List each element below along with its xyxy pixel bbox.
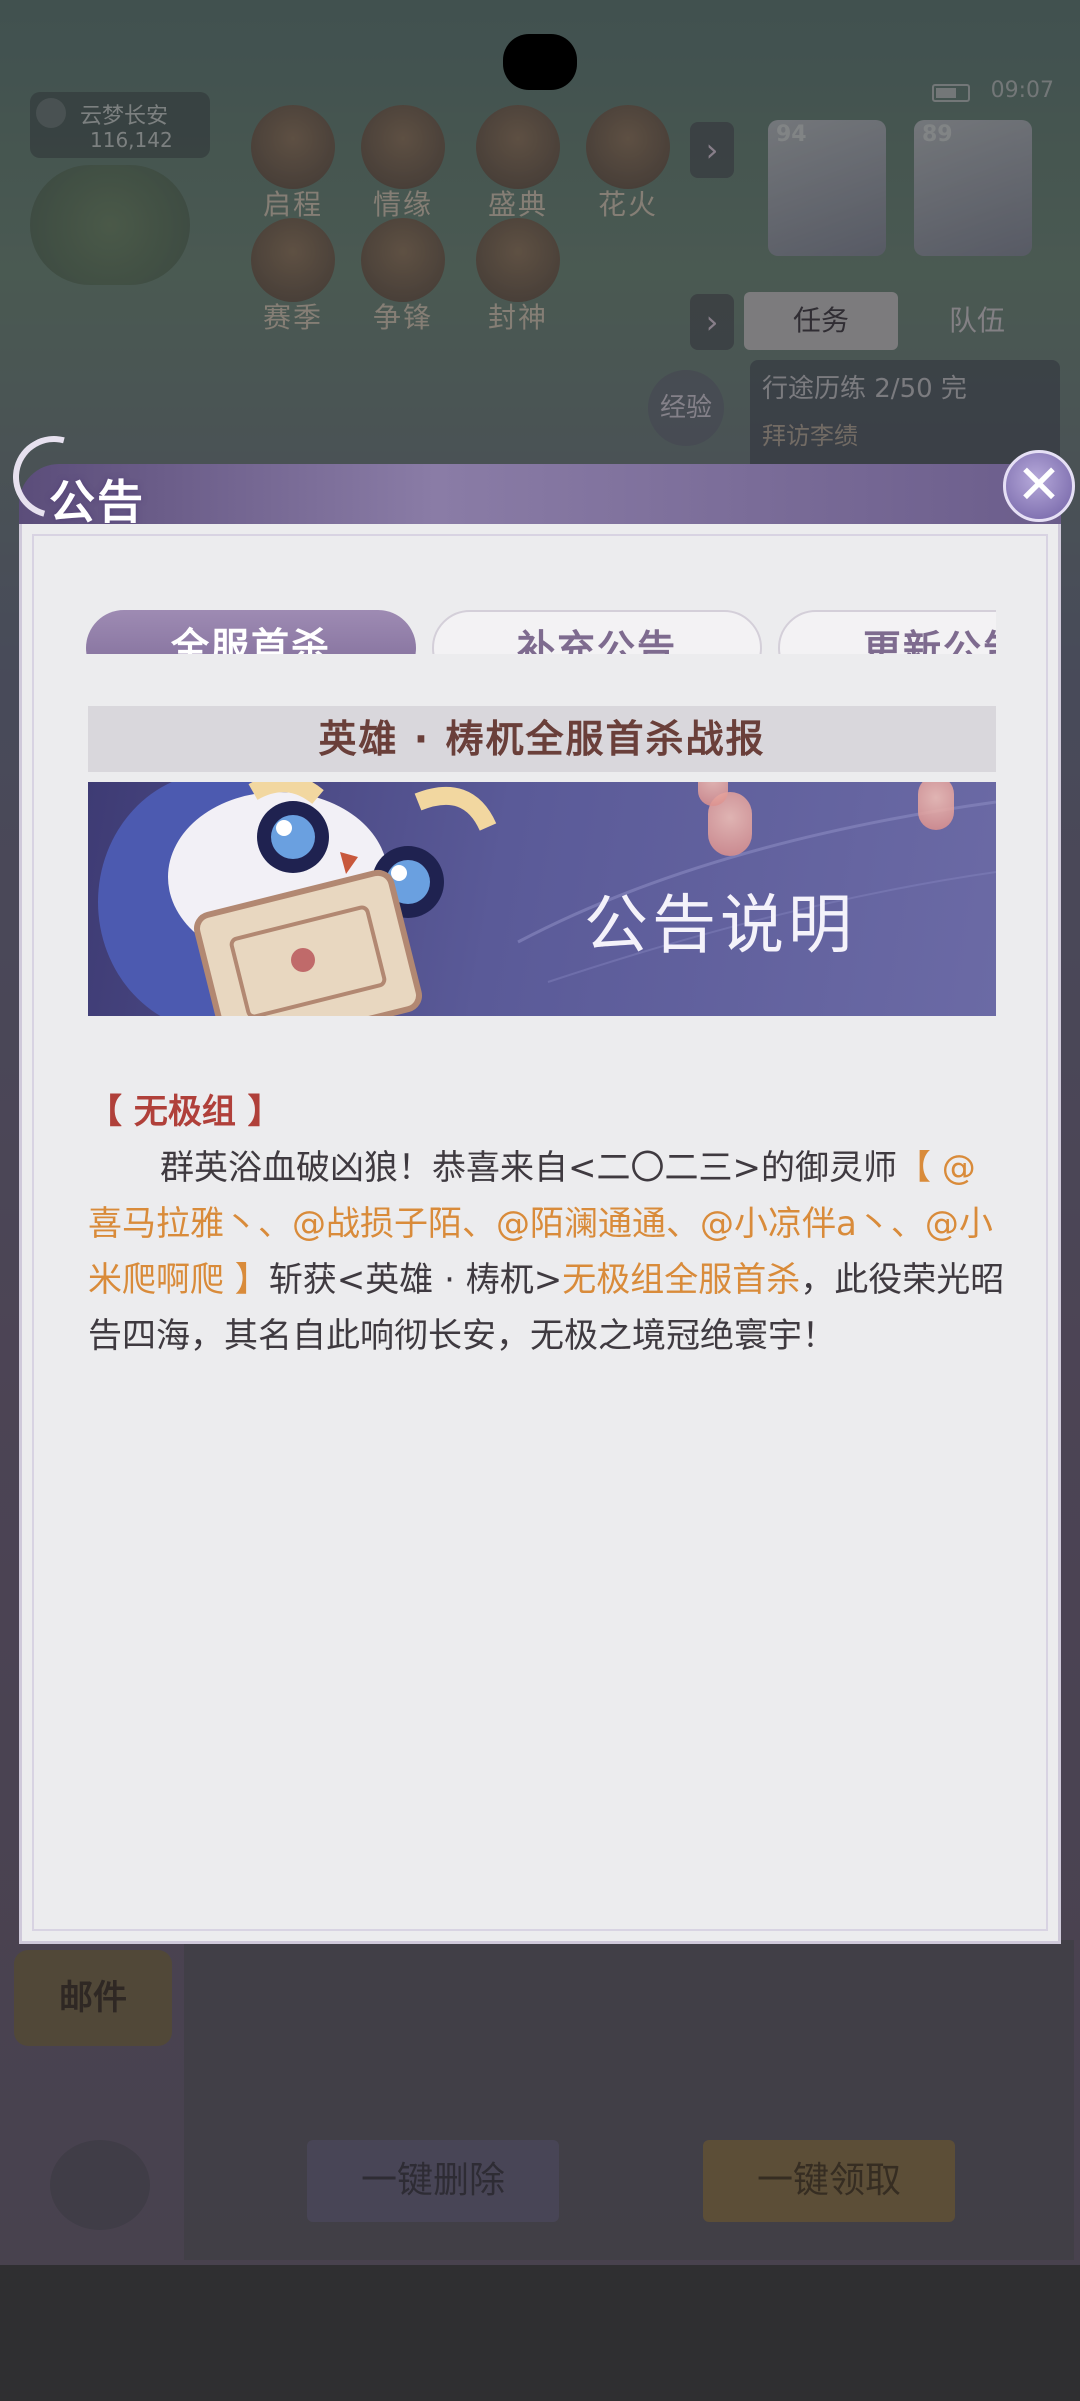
para-text: 群英浴血破凶狼！恭喜来自<二〇二三>的御灵师: [160, 1148, 897, 1188]
modal-header: 公告: [0, 420, 1061, 534]
owl-mascot-icon: [98, 782, 996, 1016]
kill-title: 无极组全服首杀: [562, 1260, 801, 1300]
para-text: 斩获<英雄 · 梼杌>: [268, 1260, 563, 1300]
tab-server-first-kill[interactable]: 全服首杀: [86, 610, 416, 654]
tab-update-notice[interactable]: 更新公告: [778, 610, 996, 654]
announcement-content: 【 无极组 】 群英浴血破凶狼！恭喜来自<二〇二三>的御灵师【 @喜马拉雅丶、@…: [88, 1084, 1008, 1364]
close-icon[interactable]: ✕: [1003, 450, 1075, 522]
camera-notch: [503, 34, 577, 90]
section-title: 英雄 · 梼杌全服首杀战报: [88, 706, 996, 772]
modal-body: 全服首杀 补充公告 更新公告 英雄 · 梼杌全服首杀战报: [19, 524, 1061, 1944]
announcement-paragraph: 群英浴血破凶狼！恭喜来自<二〇二三>的御灵师【 @喜马拉雅丶、@战损子陌、@陌澜…: [88, 1140, 1008, 1364]
tab-bar: 全服首杀 补充公告 更新公告: [86, 564, 996, 654]
announcement-banner: 公告说明: [88, 782, 996, 1016]
lantern-icon: [918, 782, 954, 830]
bottom-bar: [0, 2265, 1080, 2401]
group-title: 【 无极组 】: [88, 1092, 282, 1132]
modal-title: 公告: [49, 475, 145, 529]
tab-supplement-notice[interactable]: 补充公告: [432, 610, 762, 654]
announcement-modal: 公告 ✕ 全服首杀 补充公告 更新公告 英雄 · 梼杌全服首杀战报: [0, 420, 1075, 1944]
banner-text: 公告说明: [584, 889, 856, 963]
